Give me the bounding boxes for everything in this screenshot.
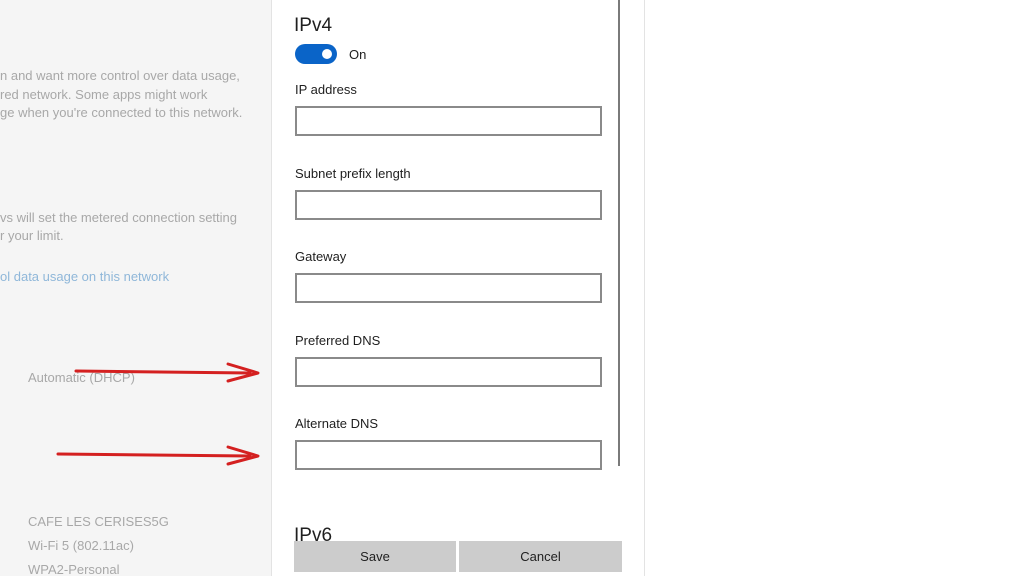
subnet-prefix-input[interactable]: [295, 190, 602, 220]
metered-description-line-1: n and want more control over data usage,: [0, 68, 240, 83]
gateway-label: Gateway: [295, 249, 347, 264]
data-limit-line-1: vs will set the metered connection setti…: [0, 210, 238, 225]
screen: n and want more control over data usage,…: [0, 0, 1024, 576]
security-type-value: WPA2-Personal: [28, 562, 120, 576]
alternate-dns-input[interactable]: [295, 440, 602, 470]
data-limit-line-2: r your limit.: [0, 228, 64, 243]
ip-assignment-value: Automatic (DHCP): [28, 370, 135, 385]
preferred-dns-label: Preferred DNS: [295, 333, 381, 348]
preferred-dns-input[interactable]: [295, 357, 602, 387]
ssid-value: CAFE LES CERISES5G: [28, 514, 169, 529]
metered-description-line-3: ge when you're connected to this network…: [0, 105, 243, 120]
network-settings-background: n and want more control over data usage,…: [0, 0, 272, 576]
ip-address-label: IP address: [295, 82, 357, 97]
data-usage-link[interactable]: ol data usage on this network: [0, 268, 169, 286]
ipv4-toggle[interactable]: [295, 44, 337, 64]
toggle-knob: [322, 49, 332, 59]
protocol-value: Wi-Fi 5 (802.11ac): [28, 538, 134, 553]
metered-description-line-2: red network. Some apps might work: [0, 87, 208, 102]
edit-ip-settings-dialog: IPv4 On IP address Subnet prefix length …: [271, 0, 645, 576]
cancel-button[interactable]: Cancel: [459, 541, 622, 572]
subnet-prefix-label: Subnet prefix length: [295, 166, 411, 181]
ip-address-input[interactable]: [295, 106, 602, 136]
gateway-input[interactable]: [295, 273, 602, 303]
alternate-dns-label: Alternate DNS: [295, 416, 379, 431]
save-button[interactable]: Save: [294, 541, 456, 572]
ipv4-heading: IPv4: [294, 15, 333, 36]
dialog-scrollbar[interactable]: [618, 0, 620, 466]
ipv4-toggle-label: On: [349, 47, 367, 62]
